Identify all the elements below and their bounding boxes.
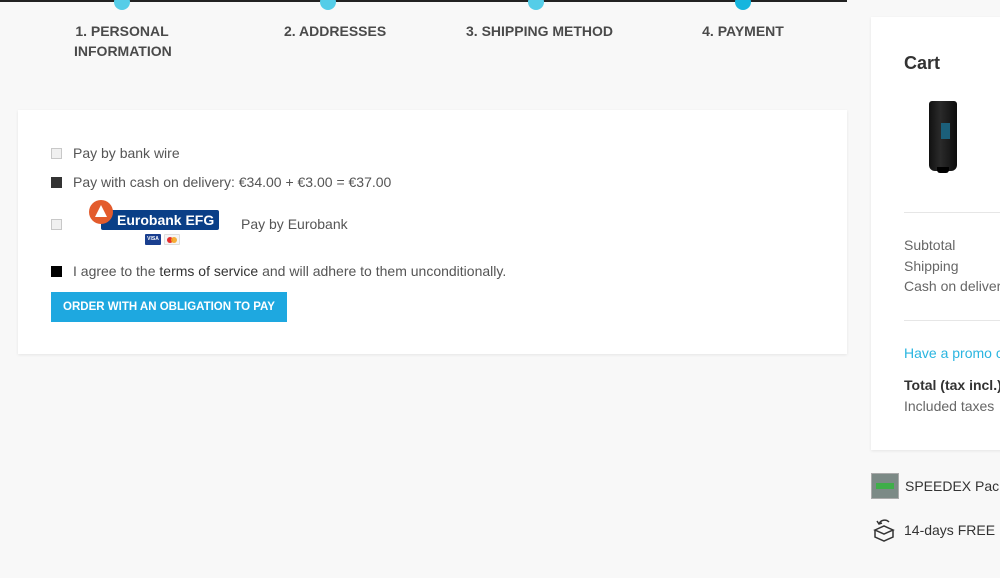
payment-option-eurobank[interactable]: Eurobank EFG VISA Pay by Eurobank [51,200,348,248]
terms-checkbox[interactable] [51,265,62,277]
step-label: 3. SHIPPING METHOD [466,23,614,39]
bank-wire-radio[interactable] [51,147,62,159]
payment-option-bank-wire[interactable]: Pay by bank wire [51,145,180,161]
subtotal-label: Subtotal [904,237,956,253]
cart-title: Cart [904,53,941,73]
step-label: 1. PERSONAL INFORMATION [74,23,172,59]
cash-on-delivery-fee-label: Cash on delivery [904,278,1000,294]
eurobank-logo-text: Eurobank EFG [101,210,219,230]
cart-summary: Cart Subtotal Shipping Cash on delivery … [871,17,1000,450]
eurobank-label: Pay by Eurobank [241,216,348,232]
reassurance-returns: 14-days FREE Re [871,517,1000,543]
eurobank-logo: Eurobank EFG VISA [89,200,229,248]
mastercard-icon [164,234,180,245]
return-box-icon [873,519,895,542]
step-dot [114,0,130,10]
step-dot [320,0,336,10]
payment-panel: Pay by bank wire Pay with cash on delive… [18,110,847,354]
step-dot [528,0,544,10]
reassurance-returns-text: 14-days FREE Re [904,522,1000,538]
eurobank-emblem-icon [89,200,113,224]
terms-agreement[interactable]: I agree to the terms of service and will… [51,263,506,279]
promo-code-link[interactable]: Have a promo c [904,345,1000,361]
reassurance-shipping-text: SPEEDEX Packag [905,478,1000,494]
shipping-label: Shipping [904,258,959,274]
reassurance-shipping: SPEEDEX Packag [871,473,1000,499]
step-dot-active [735,0,751,10]
cart-divider [904,212,1000,213]
cart-divider [904,320,1000,321]
bank-wire-label: Pay by bank wire [73,145,180,161]
product-image[interactable] [929,101,957,175]
included-taxes-label: Included taxes [904,398,995,414]
order-button[interactable]: ORDER WITH AN OBLIGATION TO PAY [51,292,287,322]
step-label: 2. ADDRESSES [284,23,387,39]
visa-icon: VISA [145,234,161,245]
speedex-truck-icon [871,473,899,499]
payment-option-cash-on-delivery[interactable]: Pay with cash on delivery: €34.00 + €3.0… [51,174,391,190]
card-logos: VISA [145,234,180,245]
terms-of-service-link[interactable]: terms of service [159,263,258,279]
terms-suffix: and will adhere to them unconditionally. [262,263,507,279]
cash-on-delivery-label: Pay with cash on delivery: €34.00 + €3.0… [73,174,392,190]
terms-prefix: I agree to the [73,263,156,279]
step-label: 4. PAYMENT [702,23,784,39]
total-label: Total (tax incl.) [904,377,1000,393]
cash-on-delivery-radio[interactable] [51,176,62,188]
eurobank-radio[interactable] [51,218,62,230]
